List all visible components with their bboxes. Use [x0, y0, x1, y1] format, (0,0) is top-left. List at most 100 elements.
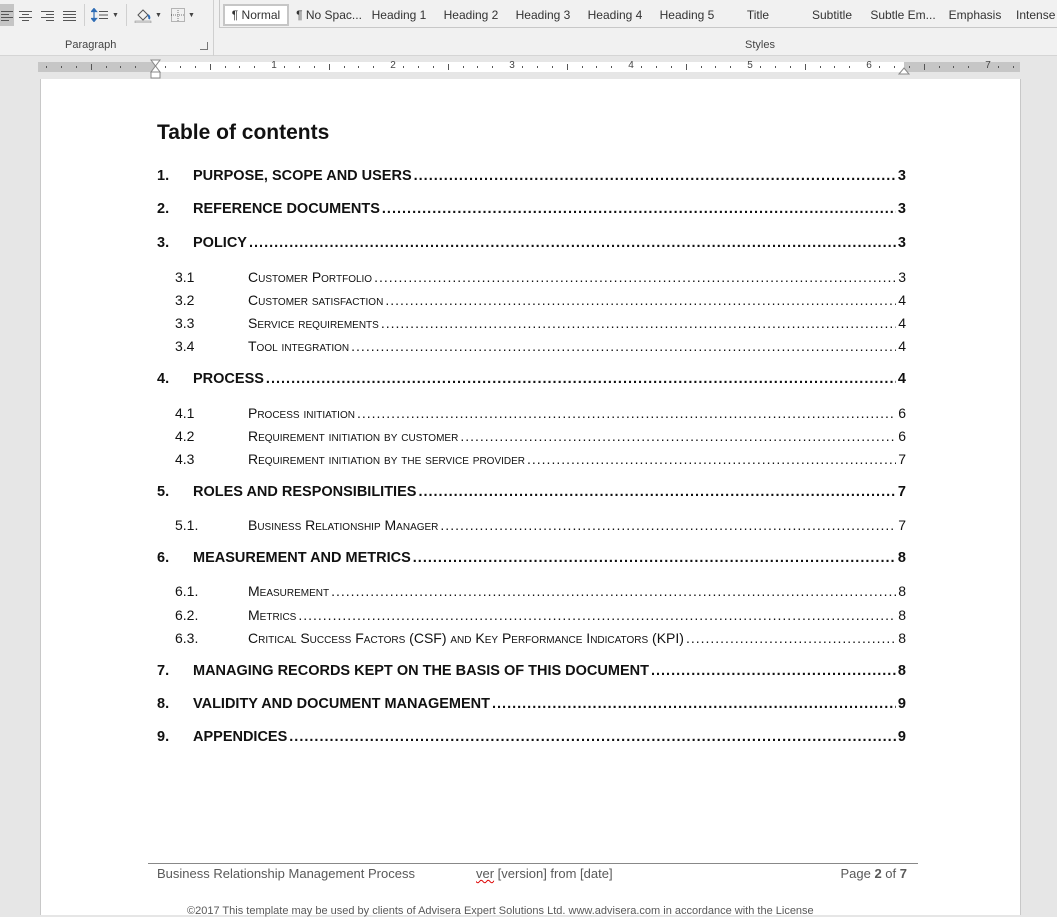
page-prefix: Page	[840, 866, 875, 881]
ruler-number: 4	[628, 60, 634, 71]
toc-leader-dots	[289, 729, 896, 745]
toc-leader-dots	[374, 269, 896, 285]
toc-entry[interactable]: 3.1 Customer Portfolio 3	[157, 269, 906, 285]
toc-leader-dots	[351, 338, 896, 354]
toc-leader-dots	[413, 550, 896, 566]
ruler-tick	[730, 66, 731, 68]
ruler-tick	[106, 66, 107, 68]
style-intense[interactable]: Intense	[1016, 4, 1057, 26]
footer-version-word: ver	[476, 866, 495, 881]
toc-entry-title: Business Relationship Manager	[248, 517, 439, 533]
toc-entry-page: 9	[897, 729, 906, 745]
toc-entry[interactable]: 2. REFERENCE DOCUMENTS 3	[157, 201, 906, 217]
toc-entry-page: 3	[898, 269, 906, 285]
ruler-number: 6	[866, 60, 872, 71]
toc-leader-dots	[381, 315, 896, 331]
ruler-tick	[492, 66, 493, 68]
toc-entry-page: 7	[897, 484, 906, 500]
ruler-tick	[254, 66, 255, 68]
ruler-tick	[567, 64, 568, 70]
group-separator	[213, 0, 214, 56]
borders-icon	[171, 8, 186, 22]
ruler-tick	[299, 66, 300, 68]
align-right-button[interactable]	[38, 4, 56, 26]
paragraph-dialog-launcher-icon[interactable]	[200, 42, 208, 50]
ruler-tick	[760, 66, 761, 68]
ruler-tick	[611, 66, 612, 68]
ruler-tick	[329, 64, 330, 70]
paint-bucket-icon	[134, 7, 152, 23]
toc-entry-page: 3	[897, 168, 906, 184]
toc-entry[interactable]: 6.3. Critical Success Factors (CSF) and K…	[157, 630, 906, 646]
toc-entry[interactable]: 3.2 Customer satisfaction 4	[157, 292, 906, 308]
align-left-button[interactable]	[0, 4, 14, 26]
ruler-tick	[537, 66, 538, 68]
chevron-down-icon: ▼	[155, 11, 162, 19]
page-total: 7	[899, 866, 907, 881]
toc-entry[interactable]: 3.4 Tool integration 4	[157, 338, 906, 354]
line-spacing-button[interactable]: ▼	[90, 4, 120, 26]
toc-entry[interactable]: 7. MANAGING RECORDS KEPT ON THE BASIS OF …	[157, 663, 906, 679]
ruler-tick	[180, 66, 181, 68]
ruler-area: 1 2 3 4 5 6 7	[0, 57, 1057, 79]
toc-entry-page: 6	[898, 428, 906, 444]
ruler-number: 2	[390, 60, 396, 71]
toc-entry-page: 8	[897, 550, 906, 566]
toc-entry[interactable]: 1. PURPOSE, SCOPE AND USERS 3	[157, 168, 906, 184]
ruler-tick	[998, 66, 999, 68]
toc-entry[interactable]: 9. APPENDICES 9	[157, 729, 906, 745]
ruler-tick	[284, 66, 285, 68]
toc-entry[interactable]: 4.1 Process initiation 6	[157, 405, 906, 421]
style-title[interactable]: Title	[732, 4, 784, 26]
ruler-tick	[46, 66, 47, 68]
toc-entry[interactable]: 6. MEASUREMENT AND METRICS 8	[157, 550, 906, 566]
page-of: of	[881, 866, 900, 881]
toc-leader-dots	[414, 168, 896, 184]
justify-icon	[62, 9, 76, 21]
footer-copyright: ©2017 This template may be used by clien…	[187, 905, 814, 917]
ruler-tick	[314, 66, 315, 68]
toc-entry-number: 1.	[157, 168, 170, 184]
align-center-button[interactable]	[16, 4, 34, 26]
toc-entry[interactable]: 5.1. Business Relationship Manager 7	[157, 517, 906, 533]
align-left-icon	[1, 9, 13, 21]
style-heading-5[interactable]: Heading 5	[656, 4, 718, 26]
toc-entry-title: Metrics	[248, 607, 297, 623]
toc-entry[interactable]: 4.3 Requirement initiation by the service…	[157, 451, 906, 467]
document-page[interactable]: Table of contents 1. PURPOSE, SCOPE AND U…	[40, 79, 1021, 917]
styles-gallery: ¶ Normal ¶ No Spac... Heading 1 Heading …	[219, 0, 1057, 28]
toc-entry[interactable]: 6.1. Measurement 8	[157, 583, 906, 599]
toc-entry[interactable]: 4.2 Requirement initiation by customer 6	[157, 428, 906, 444]
style-subtle-emphasis[interactable]: Subtle Em...	[870, 4, 936, 26]
style-heading-4[interactable]: Heading 4	[584, 4, 646, 26]
footer-version-rest: [version] from [date]	[494, 866, 613, 881]
ruler-tick	[849, 66, 850, 68]
ruler-tick	[239, 66, 240, 68]
toc-entry[interactable]: 3.3 Service requirements 4	[157, 315, 906, 331]
footer-document-name: Business Relationship Management Process	[157, 866, 415, 881]
toc-entry[interactable]: 5. ROLES AND RESPONSIBILITIES 7	[157, 484, 906, 500]
borders-button[interactable]: ▼	[168, 4, 198, 26]
toc-entry[interactable]: 8. VALIDITY AND DOCUMENT MANAGEMENT 9	[157, 696, 906, 712]
right-indent-marker-icon[interactable]	[897, 62, 911, 80]
separator	[126, 4, 127, 26]
style-heading-1[interactable]: Heading 1	[368, 4, 430, 26]
toc-entry[interactable]: 6.2. Metrics 8	[157, 607, 906, 623]
style-subtitle[interactable]: Subtitle	[804, 4, 860, 26]
style-normal[interactable]: ¶ Normal	[223, 4, 289, 26]
toc-entry[interactable]: 3. POLICY 3	[157, 235, 906, 251]
toc-entry-number: 6.1.	[175, 583, 199, 599]
style-emphasis[interactable]: Emphasis	[946, 4, 1004, 26]
toc-entry-number: 8.	[157, 696, 170, 712]
justify-button[interactable]	[60, 4, 78, 26]
ruler-number: 1	[271, 60, 277, 71]
footer-divider	[148, 863, 918, 864]
style-no-spacing[interactable]: ¶ No Spac...	[293, 4, 365, 26]
shading-button[interactable]: ▼	[132, 4, 164, 26]
style-heading-3[interactable]: Heading 3	[512, 4, 574, 26]
toc-entry-title: Customer satisfaction	[248, 292, 384, 308]
horizontal-ruler[interactable]: 1 2 3 4 5 6 7	[38, 60, 1020, 72]
style-heading-2[interactable]: Heading 2	[440, 4, 502, 26]
toc-entry-page: 9	[897, 696, 906, 712]
toc-entry[interactable]: 4. PROCESS 4	[157, 371, 906, 387]
